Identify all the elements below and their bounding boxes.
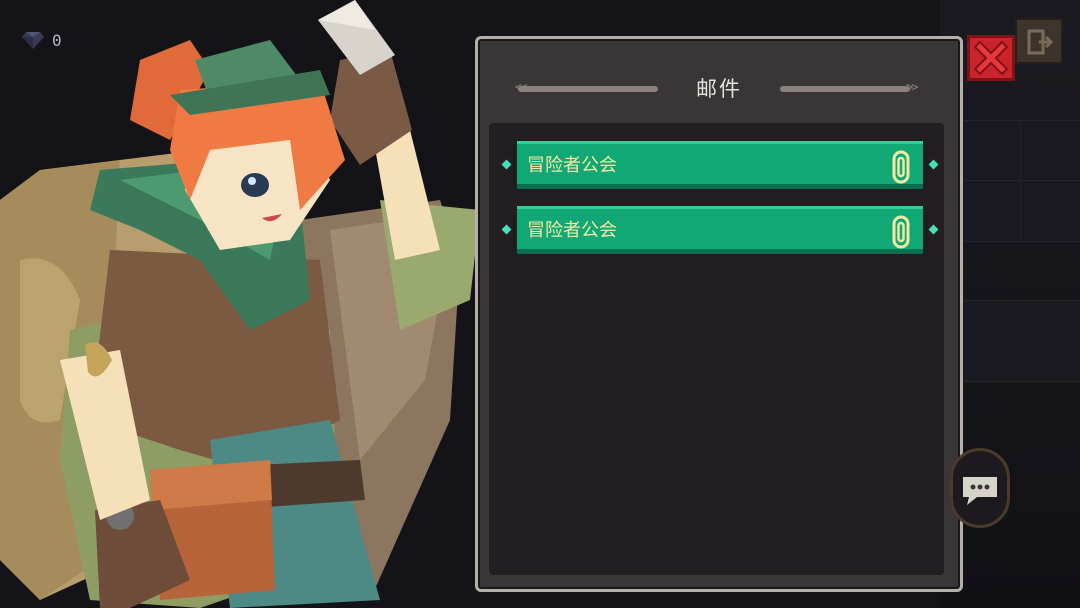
pin-left-icon (501, 159, 512, 170)
header-decoration-right: >> (906, 80, 919, 94)
pin-right-icon (928, 159, 939, 170)
chat-button[interactable] (950, 448, 1010, 528)
pin-right-icon (928, 224, 939, 235)
mail-item[interactable]: 冒险者公会 (501, 206, 939, 254)
chat-bubble-icon (963, 477, 997, 505)
close-icon (974, 41, 1008, 75)
exit-button[interactable] (1015, 18, 1063, 64)
mail-item[interactable]: 冒险者公会 (501, 141, 939, 189)
mail-sender: 冒险者公会 (527, 220, 617, 241)
merchant-character-illustration (0, 0, 480, 608)
close-button[interactable] (967, 35, 1015, 81)
panel-header: << 邮件 >> (478, 39, 960, 123)
mail-panel: << 邮件 >> 冒险者公会 冒险者公会 (475, 36, 963, 592)
exit-door-icon (1027, 29, 1053, 55)
pin-left-icon (501, 224, 512, 235)
header-divider-right (780, 86, 910, 92)
paperclip-icon (892, 150, 910, 184)
mail-sender: 冒险者公会 (527, 155, 617, 176)
mail-list: 冒险者公会 冒险者公会 (489, 123, 944, 575)
paperclip-icon (892, 215, 910, 249)
